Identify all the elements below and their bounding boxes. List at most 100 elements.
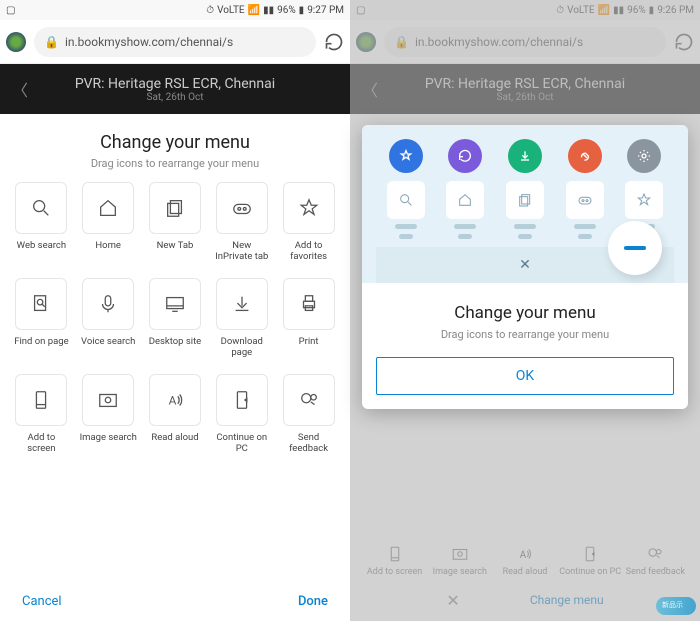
- modal-subtitle: Drag icons to rearrange your menu: [376, 328, 674, 341]
- volte-icon: VoLTE: [217, 5, 245, 16]
- tile-imgsearch[interactable]: Image search: [77, 374, 140, 466]
- tile-continuepc[interactable]: Continue on PC: [210, 374, 273, 466]
- ghost-tile[interactable]: Add to screen: [362, 545, 427, 577]
- page-date: Sat, 26th Oct: [497, 92, 554, 103]
- menu-grid: Web search Home New Tab New InPrivate tab Ad…: [10, 182, 340, 584]
- url-bar: 🔒 in.bookmyshow.com/chennai/s: [350, 20, 700, 64]
- readaloud-icon: A: [149, 374, 201, 426]
- back-icon[interactable]: 〈: [362, 77, 378, 101]
- address-field[interactable]: 🔒 in.bookmyshow.com/chennai/s: [34, 27, 316, 57]
- tile-label: Voice search: [81, 336, 135, 347]
- tile-inprivate[interactable]: New InPrivate tab: [210, 182, 273, 274]
- done-button[interactable]: Done: [298, 594, 328, 609]
- tile-find[interactable]: Find on page: [10, 278, 73, 370]
- svg-text:A: A: [520, 550, 527, 561]
- inprivate-icon: [216, 182, 268, 234]
- reload-icon[interactable]: [324, 32, 344, 52]
- lock-icon: 🔒: [394, 35, 409, 49]
- battery-icon: ▮: [299, 5, 305, 16]
- signal-icon: ▮▮: [613, 5, 624, 16]
- tile-feedback[interactable]: Send feedback: [277, 374, 340, 466]
- address-field[interactable]: 🔒 in.bookmyshow.com/chennai/s: [384, 27, 666, 57]
- tile-web-search[interactable]: Web search: [10, 182, 73, 274]
- home-icon: [82, 182, 134, 234]
- print-icon: [283, 278, 335, 330]
- tile-label: Add to screen: [12, 432, 70, 455]
- gallery-icon: ▢: [356, 5, 365, 16]
- imgsearch-icon: [82, 374, 134, 426]
- ok-button[interactable]: OK: [376, 357, 674, 395]
- page-header: 〈 PVR: Heritage RSL ECR, Chennai Sat, 26…: [350, 64, 700, 114]
- alarm-icon: ⏱: [556, 5, 564, 16]
- url-bar: 🔒 in.bookmyshow.com/chennai/s: [0, 20, 350, 64]
- status-bar: ▢ ⏱ VoLTE 📶 ▮▮ 96% ▮ 9:27 PM: [0, 0, 350, 20]
- back-icon[interactable]: 〈: [12, 77, 28, 101]
- tile-label: Find on page: [14, 336, 68, 347]
- change-menu-button[interactable]: Change menu: [530, 593, 604, 607]
- intro-modal: ✕ Change your menu Drag icons to rearran…: [362, 125, 688, 409]
- ghost-tile[interactable]: Image search: [427, 545, 492, 577]
- web-search-icon: [15, 182, 67, 234]
- tile-desktop[interactable]: Desktop site: [144, 278, 207, 370]
- illustration: ✕: [362, 125, 688, 283]
- illus-box: [561, 181, 609, 239]
- ghost-footer: ✕ Change menu: [350, 579, 700, 621]
- signal-icon: ▮▮: [263, 5, 274, 16]
- page-header: 〈 PVR: Heritage RSL ECR, Chennai Sat, 26…: [0, 64, 350, 114]
- tile-label: Desktop site: [149, 336, 201, 347]
- ghost-tile[interactable]: ARead aloud: [492, 545, 557, 577]
- phone-left: ▢ ⏱ VoLTE 📶 ▮▮ 96% ▮ 9:27 PM 🔒 in.bookmy…: [0, 0, 350, 621]
- page-title: PVR: Heritage RSL ECR, Chennai: [75, 76, 275, 92]
- tile-addscreen[interactable]: Add to screen: [10, 374, 73, 466]
- tile-label: Image search: [80, 432, 137, 443]
- sheet-footer: Cancel Done: [10, 584, 340, 621]
- tile-label: Home: [95, 240, 121, 251]
- desktop-icon: [149, 278, 201, 330]
- wifi-icon: 📶: [248, 5, 260, 16]
- tile-download[interactable]: Download page: [210, 278, 273, 370]
- download-icon: [216, 278, 268, 330]
- alarm-icon: ⏱: [206, 5, 214, 16]
- close-icon[interactable]: ✕: [446, 591, 459, 610]
- svg-text:A: A: [169, 394, 177, 408]
- illus-close-row: ✕: [376, 247, 674, 283]
- clock: 9:27 PM: [307, 5, 344, 16]
- feedback-icon: [283, 374, 335, 426]
- illus-circle-icon: [508, 139, 542, 173]
- reload-icon[interactable]: [674, 32, 694, 52]
- page-title: PVR: Heritage RSL ECR, Chennai: [425, 76, 625, 92]
- tile-voice[interactable]: Voice search: [77, 278, 140, 370]
- ghost-tile[interactable]: Continue on PC: [558, 545, 623, 577]
- tile-print[interactable]: Print: [277, 278, 340, 370]
- cancel-button[interactable]: Cancel: [22, 594, 62, 609]
- tile-label: Web search: [17, 240, 66, 251]
- illus-circle-icon: [627, 139, 661, 173]
- illus-circle-icon: [568, 139, 602, 173]
- gallery-icon: ▢: [6, 5, 15, 16]
- ghost-tile[interactable]: Send feedback: [623, 545, 688, 577]
- modal-title: Change your menu: [376, 303, 674, 323]
- tile-readaloud[interactable]: A Read aloud: [144, 374, 207, 466]
- illus-circle-icon: [448, 139, 482, 173]
- status-bar: ▢ ⏱ VoLTE 📶 ▮▮ 96% ▮ 9:26 PM: [350, 0, 700, 20]
- tile-label: Add to favorites: [280, 240, 338, 263]
- volte-icon: VoLTE: [567, 5, 595, 16]
- voice-icon: [82, 278, 134, 330]
- watermark: [656, 597, 696, 615]
- tile-label: Download page: [213, 336, 271, 359]
- tile-favorites[interactable]: Add to favorites: [277, 182, 340, 274]
- tile-label: Send feedback: [280, 432, 338, 455]
- menu-sheet: Change your menu Drag icons to rearrange…: [0, 118, 350, 621]
- clock: 9:26 PM: [657, 5, 694, 16]
- sheet-subtitle: Drag icons to rearrange your menu: [10, 157, 340, 170]
- tile-home[interactable]: Home: [77, 182, 140, 274]
- site-favicon: [356, 32, 376, 52]
- tile-label: New Tab: [157, 240, 194, 251]
- url-text: in.bookmyshow.com/chennai/s: [65, 35, 233, 49]
- battery-text: 96%: [627, 5, 646, 16]
- lock-icon: 🔒: [44, 35, 59, 49]
- illus-circle-icon: [389, 139, 423, 173]
- tile-label: Read aloud: [151, 432, 198, 443]
- sheet-title: Change your menu: [10, 132, 340, 153]
- tile-new-tab[interactable]: New Tab: [144, 182, 207, 274]
